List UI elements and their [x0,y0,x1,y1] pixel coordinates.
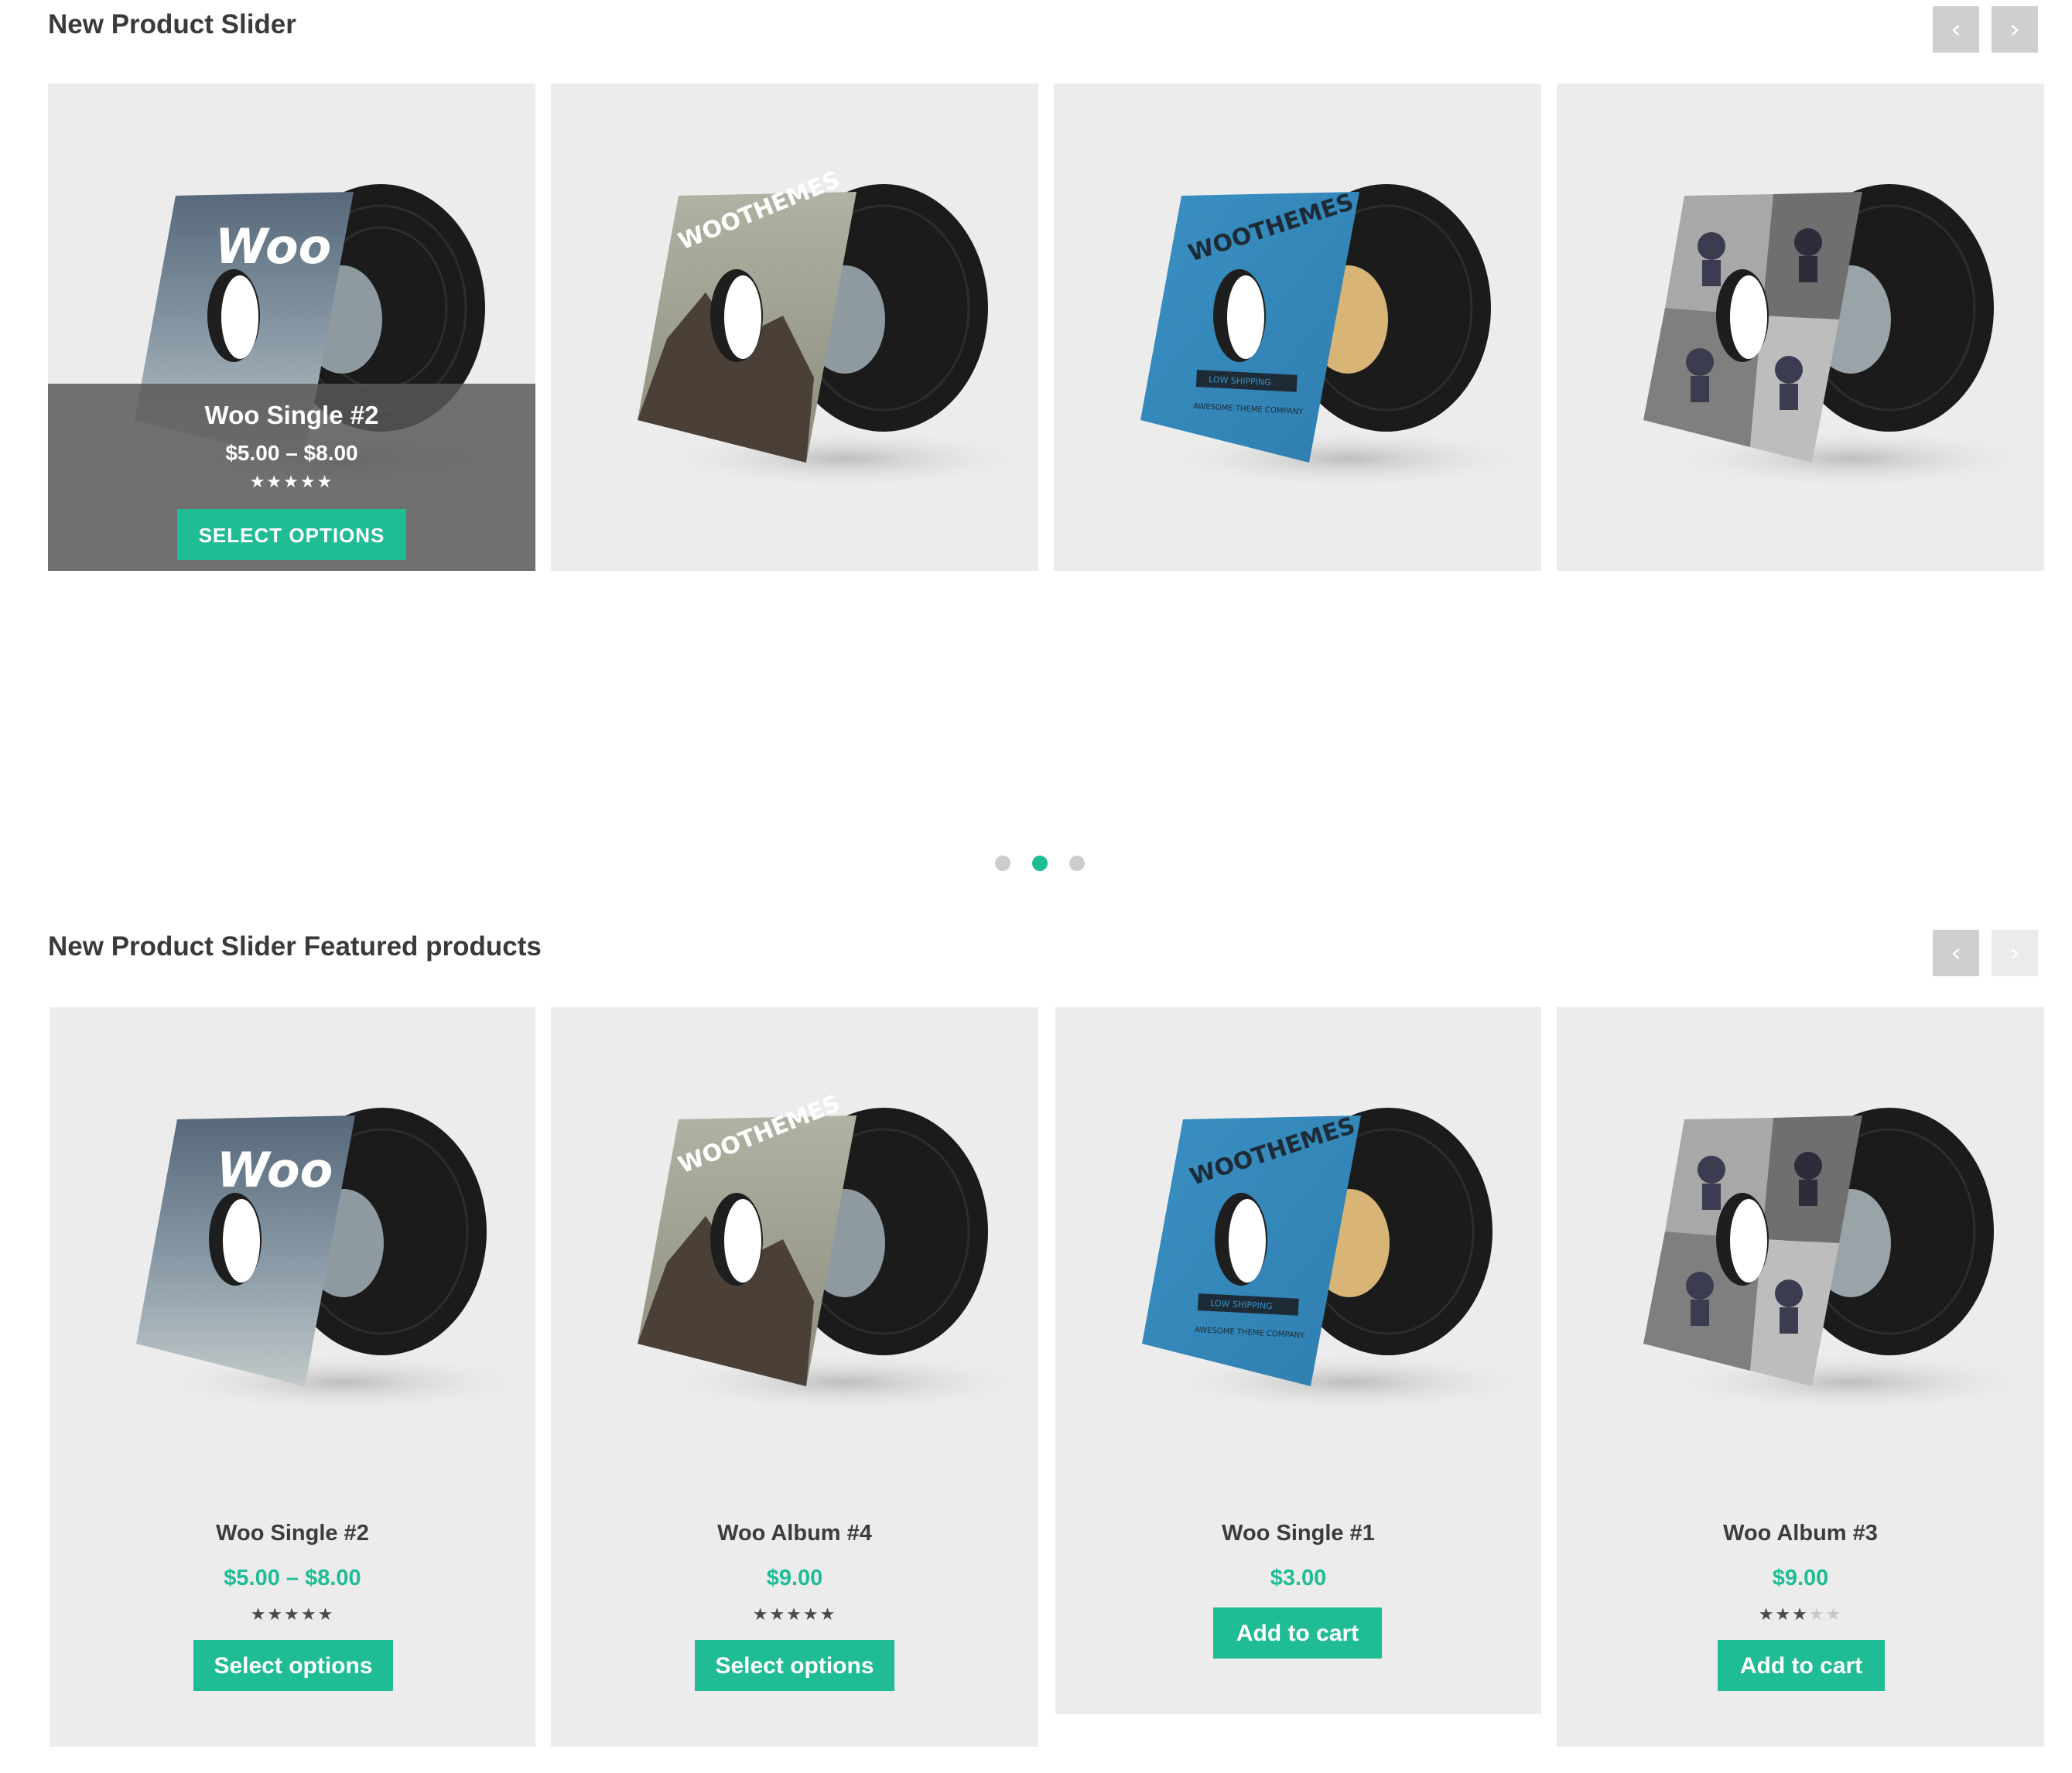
woo-single-2-cover-image: Woo [136,1108,535,1413]
woo-single-1-cover-image: WOOTHEMES LOW SHIPPING AWESOME THEME COM… [1140,184,1541,490]
woo-album-3-cover-image [1643,184,2044,490]
star-rating: ★★★★★ [249,472,334,491]
next-arrow-icon[interactable]: › [1992,930,2038,976]
select-options-button[interactable]: SELECT OPTIONS [177,509,406,560]
featured-slider-title: New Product Slider Featured products [48,931,542,962]
product-card-woo-album-3[interactable] [1557,84,2044,571]
star-rating: ★★★★★ [1557,1604,2044,1624]
woo-album-4-cover-image: WOOTHEMES [638,166,1038,490]
product-name[interactable]: Woo Album #4 [551,1521,1038,1546]
select-options-button[interactable]: Select options [193,1640,393,1691]
woo-album-4-cover-image: WOOTHEMES [638,1090,1038,1413]
product-price: $5.00 – $8.00 [225,441,358,465]
featured-product-card[interactable]: Woo Woo Single #2 $5.00 – $8.00 ★★★★★ Se… [50,1007,535,1747]
product-price: $9.00 [766,1566,823,1590]
product-price: $5.00 – $8.00 [224,1566,361,1590]
cover-text: Woo [217,1142,333,1198]
slider-dot-3[interactable] [1069,856,1085,871]
slider-dot-1[interactable] [995,856,1010,871]
product-card-woo-album-4[interactable]: WOOTHEMES [551,84,1038,571]
star-rating: ★★★★★ [752,1604,837,1624]
product-name[interactable]: Woo Album #3 [1557,1521,2044,1546]
stars-filled: ★★★ [1758,1604,1809,1624]
product-name[interactable]: Woo Single #2 [50,1521,535,1546]
prev-arrow-icon[interactable]: ‹ [1933,930,1979,976]
product-card-woo-single-1[interactable]: WOOTHEMES LOW SHIPPING AWESOME THEME COM… [1054,84,1541,571]
woo-album-3-cover-image [1643,1108,2044,1413]
add-to-cart-button[interactable]: Add to cart [1213,1607,1382,1659]
next-arrow-icon[interactable]: › [1992,6,2038,53]
woo-single-1-cover-image: WOOTHEMES LOW SHIPPING AWESOME THEME COM… [1142,1108,1541,1413]
featured-product-card[interactable]: WOOTHEMES LOW SHIPPING AWESOME THEME COM… [1055,1007,1541,1714]
product-name[interactable]: Woo Single #2 [48,401,535,430]
featured-product-card[interactable]: WOOTHEMES Woo Album #4 $9.00 ★★★★★ Selec… [551,1007,1038,1747]
stars-empty: ★★ [1808,1604,1843,1624]
product-hover-overlay: Woo Single #2 $5.00 – $8.00 ★★★★★ SELECT… [48,384,535,571]
select-options-button[interactable]: Select options [695,1640,894,1691]
product-price: $3.00 [1270,1566,1327,1590]
prev-arrow-icon[interactable]: ‹ [1933,6,1979,53]
slider-dot-2-active[interactable] [1032,856,1048,871]
star-rating: ★★★★★ [250,1604,335,1624]
product-card-woo-single-2[interactable]: Woo Woo Single #2 $5.00 – $8.00 ★★★★★ SE… [48,84,535,571]
product-price: $9.00 [1772,1566,1829,1590]
product-name[interactable]: Woo Single #1 [1055,1521,1541,1546]
featured-product-card[interactable]: Woo Album #3 $9.00 ★★★★★ Add to cart [1557,1007,2044,1747]
cover-text: Woo [215,218,331,275]
add-to-cart-button[interactable]: Add to cart [1718,1640,1885,1691]
slider-title: New Product Slider [48,9,296,39]
